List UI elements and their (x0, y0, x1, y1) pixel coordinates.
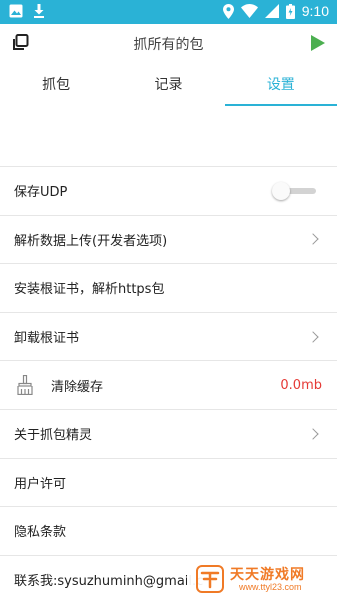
save-udp-row[interactable]: 保存UDP (0, 167, 337, 216)
broom-icon (17, 375, 33, 396)
toggle-knob (272, 181, 290, 200)
clear-cache-row[interactable]: 清除缓存 0.0mb (0, 361, 337, 410)
chevron-right-icon (307, 233, 319, 246)
chevron-right-icon (307, 428, 319, 440)
status-bar: 9:10 (0, 0, 337, 24)
install-cert-label: 安装根证书，解析https包 (14, 282, 165, 298)
tab-settings[interactable]: 设置 (224, 66, 337, 108)
about-row[interactable]: 关于抓包精灵 (0, 410, 337, 459)
parse-upload-label: 解析数据上传(开发者选项) (14, 233, 168, 249)
watermark-title: 天天游戏网 (230, 567, 305, 583)
watermark: 天天游戏网 www.ttyl23.com (187, 558, 337, 600)
status-left-icons (9, 4, 45, 18)
battery-icon (285, 3, 295, 19)
app-bar: 抓所有的包 (0, 24, 337, 64)
save-udp-label: 保存UDP (14, 185, 68, 201)
license-label: 用户许可 (14, 476, 67, 492)
watermark-url: www.ttyl23.com (239, 582, 302, 592)
license-row[interactable]: 用户许可 (0, 459, 337, 508)
status-right-icons: 9:10 (222, 3, 329, 19)
watermark-logo-icon (196, 565, 224, 593)
tab-records[interactable]: 记录 (112, 66, 224, 108)
download-icon (34, 4, 44, 18)
contact-label: 联系我:sysuzhuminh@gmail.c (14, 574, 204, 590)
privacy-label: 隐私条款 (14, 525, 67, 541)
chevron-right-icon (307, 330, 319, 343)
save-udp-toggle[interactable] (272, 181, 318, 200)
tab-capture[interactable]: 抓包 (0, 66, 112, 108)
app-title: 抓所有的包 (133, 37, 204, 53)
privacy-row[interactable]: 隐私条款 (0, 507, 337, 556)
uninstall-cert-row[interactable]: 卸载根证书 (0, 313, 337, 362)
signal-icon (264, 4, 279, 18)
tab-bar: 抓包 记录 设置 (0, 66, 337, 108)
settings-list: 保存UDP 解析数据上传(开发者选项) 安装根证书，解析https包 卸载根证书… (0, 166, 337, 600)
location-icon (222, 3, 234, 19)
image-icon (9, 4, 23, 18)
about-label: 关于抓包精灵 (14, 428, 93, 444)
clear-cache-label: 清除缓存 (51, 379, 104, 395)
uninstall-cert-label: 卸载根证书 (14, 331, 80, 347)
cache-size-value: 0.0mb (280, 377, 322, 393)
wifi-icon (240, 4, 258, 18)
install-cert-row[interactable]: 安装根证书，解析https包 (0, 264, 337, 313)
parse-upload-row[interactable]: 解析数据上传(开发者选项) (0, 216, 337, 265)
play-icon[interactable] (310, 34, 326, 52)
status-time: 9:10 (301, 3, 329, 19)
